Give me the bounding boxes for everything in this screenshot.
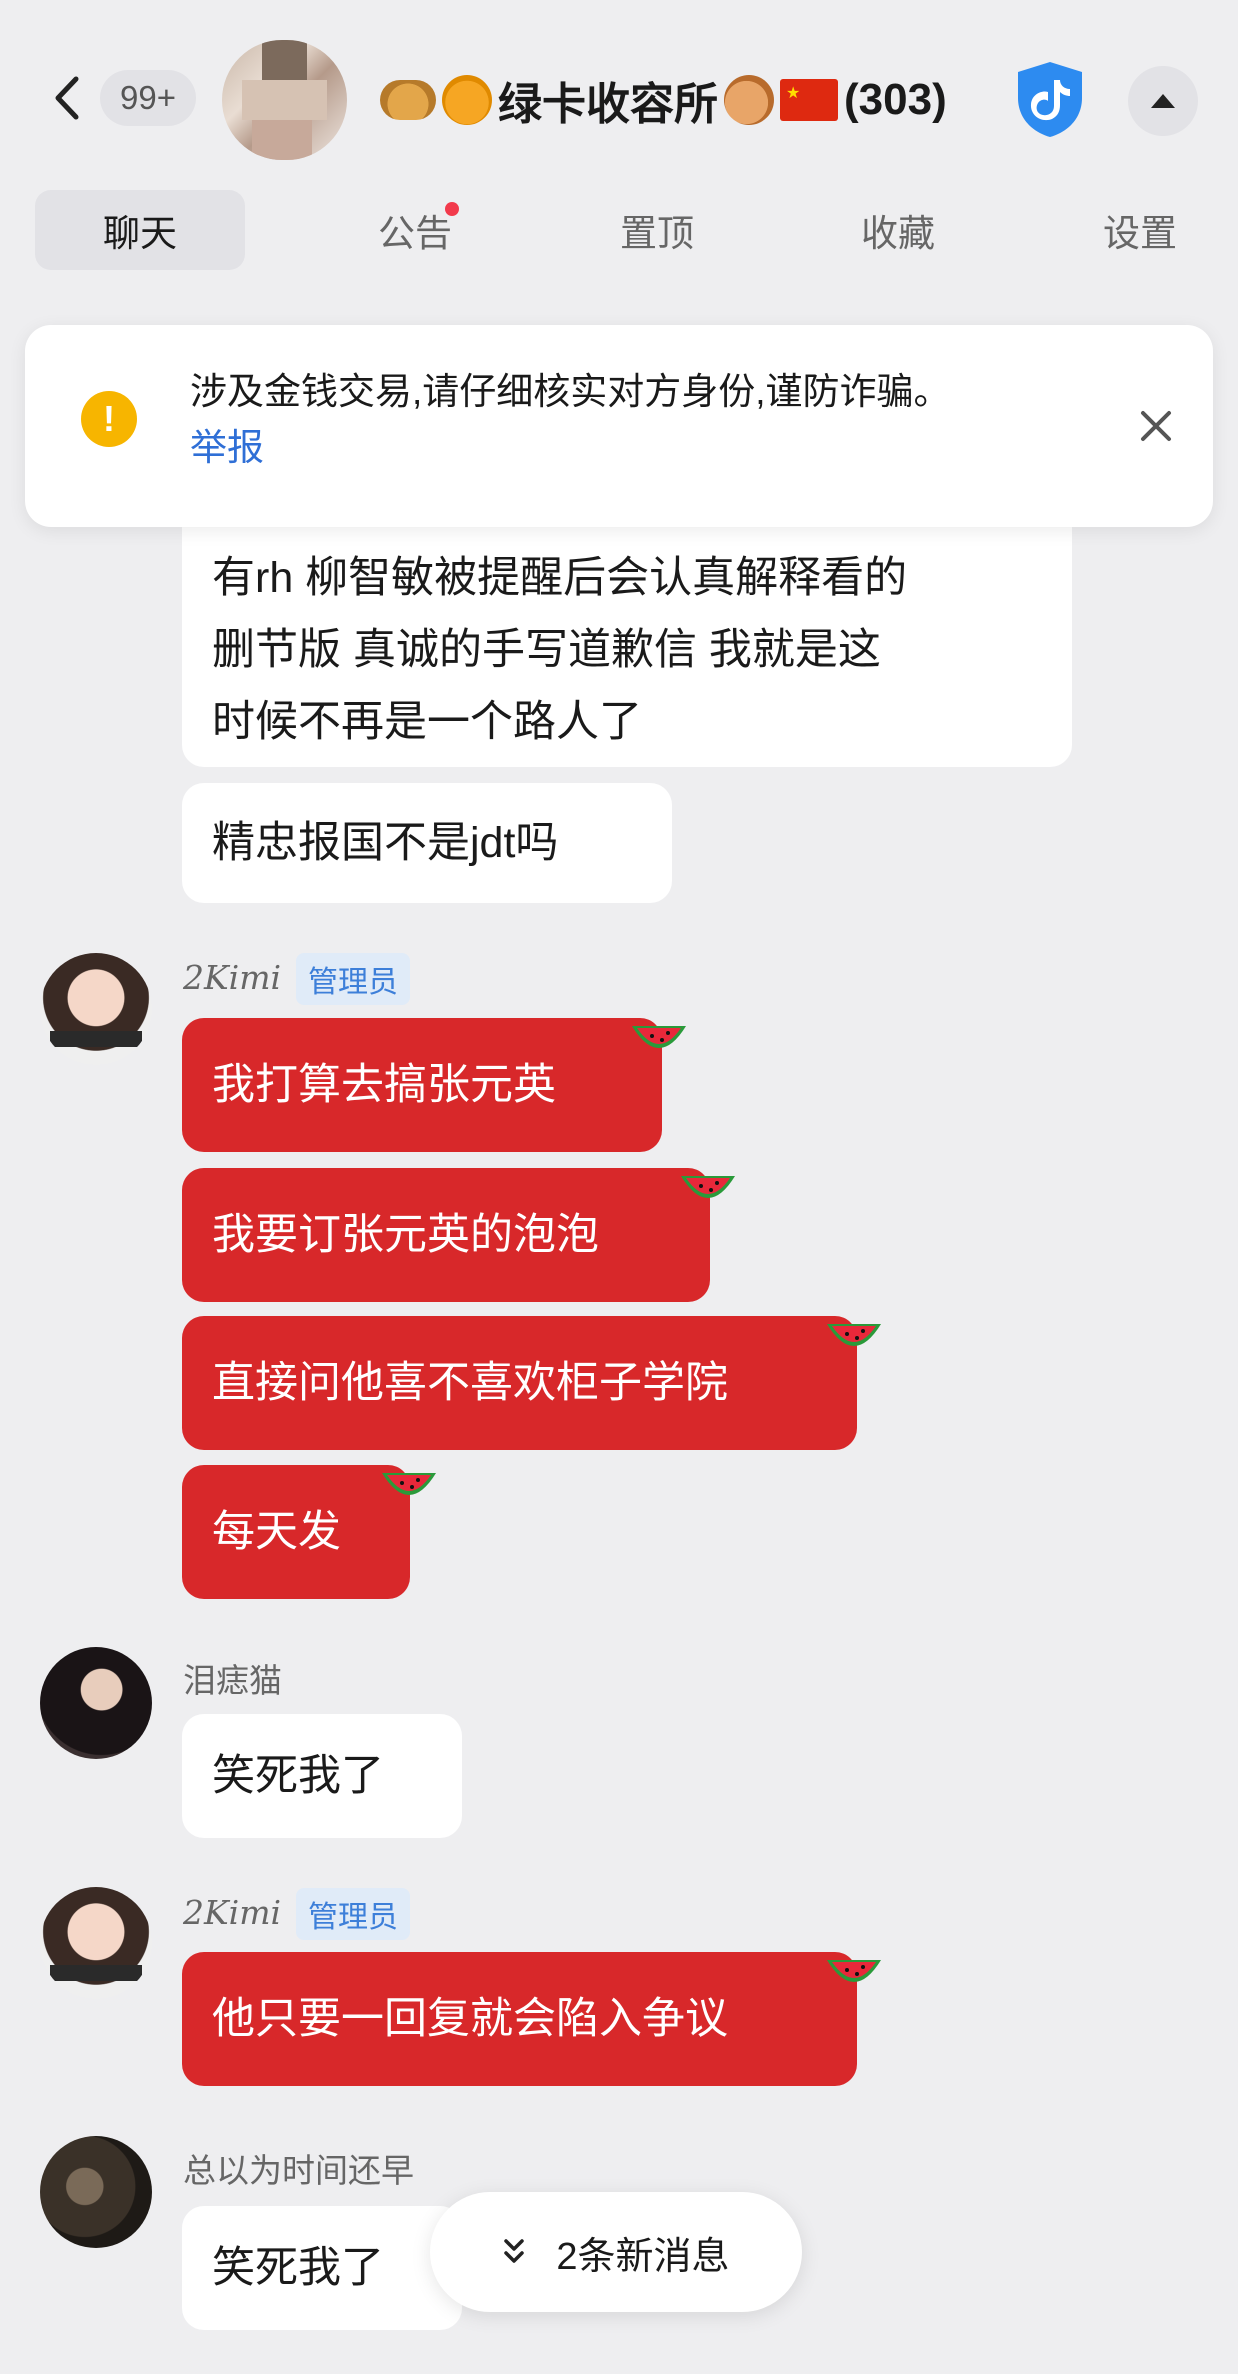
kimi-avatar[interactable] xyxy=(40,953,152,1065)
fraud-warning-card: ! 涉及金钱交易,请仔细核实对方身份,谨防诈骗。 举报 xyxy=(25,325,1213,527)
group-avatar[interactable] xyxy=(222,40,347,160)
message-bubble[interactable]: 他只要一回复就会陷入争议 xyxy=(182,1952,857,2086)
tab-bar: 聊天 公告 置顶 收藏 设置 xyxy=(35,190,1215,270)
sender-name: 泪痣猫 xyxy=(183,1662,282,1699)
new-messages-label: 2条新消息 xyxy=(556,2235,730,2278)
tab-announcement[interactable]: 公告 xyxy=(330,190,500,270)
message-bubble[interactable]: 笑死我了 xyxy=(182,1714,462,1838)
chevron-left-icon xyxy=(55,76,79,120)
group-title-row[interactable]: 绿卡收容所 ★ (303) xyxy=(380,60,947,140)
message-line: 有rh 柳智敏被提醒后会认真解释看的 xyxy=(212,554,908,602)
collapse-button[interactable] xyxy=(1128,66,1198,136)
member-count: (303) xyxy=(844,75,947,124)
verified-shield-icon[interactable] xyxy=(1012,58,1088,140)
unread-badge[interactable]: 99+ xyxy=(100,70,196,126)
kimi-avatar[interactable] xyxy=(40,1887,152,1999)
tab-pinned[interactable]: 置顶 xyxy=(572,190,742,270)
close-icon[interactable] xyxy=(1133,403,1179,449)
sender-name: 2Kimi xyxy=(183,1893,282,1932)
tab-settings[interactable]: 设置 xyxy=(1055,190,1225,270)
new-messages-button[interactable]: 2条新消息 xyxy=(430,2192,802,2312)
message-bubble[interactable]: 精忠报国不是jdt吗 xyxy=(182,783,672,903)
cat-avatar[interactable] xyxy=(40,1647,152,1759)
message-line: 时候不再是一个路人了 xyxy=(212,698,642,746)
message-bubble[interactable]: 直接问他喜不喜欢柜子学院 xyxy=(182,1316,857,1450)
unread-dot xyxy=(445,202,459,216)
watermelon-icon xyxy=(827,1960,881,1982)
watermelon-icon xyxy=(827,1324,881,1346)
back-button[interactable] xyxy=(50,68,90,128)
sender-name: 总以为时间还早 xyxy=(183,2152,414,2189)
tab-favorites[interactable]: 收藏 xyxy=(813,190,983,270)
watermelon-icon xyxy=(681,1176,735,1198)
watermelon-icon xyxy=(632,1026,686,1048)
tab-chat[interactable]: 聊天 xyxy=(35,190,245,270)
tiger-emoji xyxy=(442,75,492,125)
message-bubble[interactable]: 我要订张元英的泡泡 xyxy=(182,1168,710,1302)
watermelon-icon xyxy=(382,1473,436,1495)
message-bubble[interactable]: 我打算去搞张元英 xyxy=(182,1018,662,1152)
caret-up-icon xyxy=(1151,94,1175,108)
message-line: 删节版 真诚的手写道歉信 我就是这 xyxy=(212,626,881,674)
message-bubble[interactable]: 每天发 xyxy=(182,1465,410,1599)
message-bubble[interactable]: 笑死我了 xyxy=(182,2206,462,2330)
admin-badge: 管理员 xyxy=(296,953,410,1005)
report-link[interactable]: 举报 xyxy=(190,417,264,471)
onion-emoji xyxy=(724,75,774,125)
admin-badge: 管理员 xyxy=(296,1888,410,1940)
warning-text: 涉及金钱交易,请仔细核实对方身份,谨防诈骗。 xyxy=(190,371,951,412)
sender-name: 2Kimi xyxy=(183,958,282,997)
chat-header: 99+ 绿卡收容所 ★ (303) xyxy=(0,0,1238,185)
leopard-emoji xyxy=(380,80,436,120)
double-chevron-down-icon xyxy=(504,2239,525,2263)
time-avatar[interactable] xyxy=(40,2136,152,2248)
group-title: 绿卡收容所 xyxy=(498,80,718,129)
warning-icon: ! xyxy=(81,391,137,447)
china-flag-emoji: ★ xyxy=(780,79,838,121)
tab-announcement-label: 公告 xyxy=(378,213,452,254)
